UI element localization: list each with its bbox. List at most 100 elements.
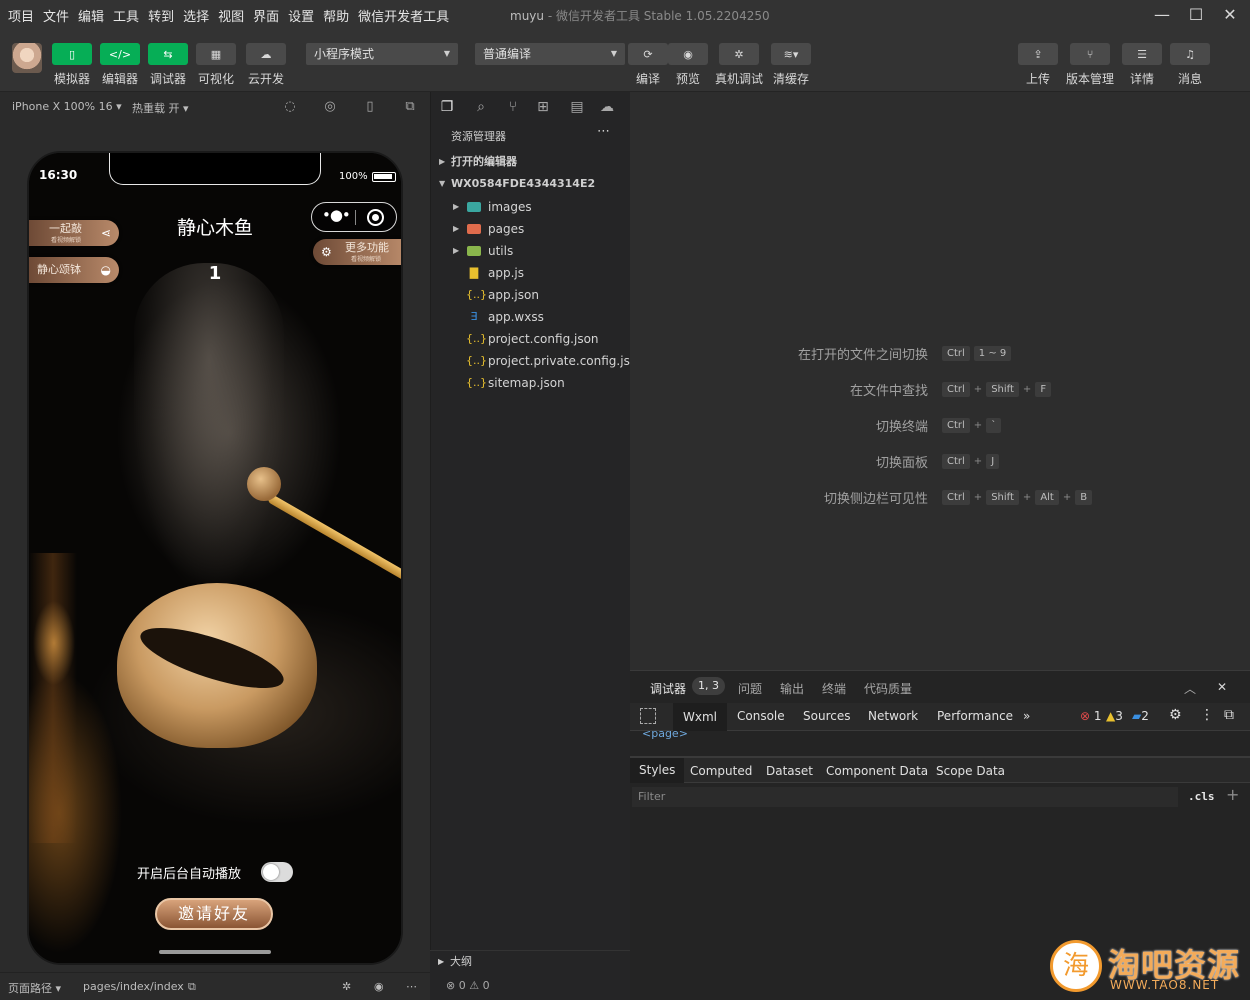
subtab-sources[interactable]: Sources xyxy=(803,709,850,723)
cloud-icon[interactable]: ☁ xyxy=(599,99,615,115)
tree-item-project-config[interactable]: {..} project.config.json xyxy=(431,328,631,350)
tab-code-quality[interactable]: 代码质量 xyxy=(864,680,912,697)
bug-scene-icon[interactable]: ✲ xyxy=(342,980,351,993)
tree-item-sitemap[interactable]: {..} sitemap.json xyxy=(431,372,631,394)
add-rule-icon[interactable]: + xyxy=(1226,785,1239,804)
more-tabs-icon[interactable]: » xyxy=(1023,709,1030,723)
subtab-wxml[interactable]: Wxml xyxy=(673,703,727,731)
inspect-icon[interactable] xyxy=(640,708,656,724)
device-select[interactable]: iPhone X 100% 16 ▾ xyxy=(12,100,122,113)
tab-component-data[interactable]: Component Data xyxy=(826,764,928,778)
wxml-node[interactable]: <page> xyxy=(642,731,688,740)
storage-icon[interactable]: ▤ xyxy=(569,99,585,115)
files-icon[interactable]: ❐ xyxy=(439,99,455,115)
problems-count[interactable]: ⊗ 0 ⚠ 0 xyxy=(446,972,490,1000)
subtab-network[interactable]: Network xyxy=(868,709,918,723)
cls-toggle[interactable]: .cls xyxy=(1188,790,1215,803)
tree-item-pages[interactable]: ▶ pages xyxy=(431,218,631,240)
subtab-performance[interactable]: Performance xyxy=(937,709,1013,723)
tree-item-app-json[interactable]: {..} app.json xyxy=(431,284,631,306)
menu-tools[interactable]: 工具 xyxy=(113,6,139,25)
wxml-tree[interactable]: <page> xyxy=(630,731,1250,757)
tab-styles[interactable]: Styles xyxy=(630,758,685,783)
wooden-fish[interactable] xyxy=(117,583,317,748)
tree-item-utils[interactable]: ▶ utils xyxy=(431,240,631,262)
menu-project[interactable]: 项目 xyxy=(8,6,34,25)
tab-output[interactable]: 输出 xyxy=(780,680,804,697)
cloud-button[interactable]: ☁ xyxy=(246,43,286,65)
styles-filter-input[interactable]: Filter xyxy=(632,787,1178,807)
explorer-more-icon[interactable]: ⋯ xyxy=(597,124,610,139)
preview-button[interactable]: ◉ xyxy=(668,43,708,65)
copy-icon[interactable]: ⧉ xyxy=(188,980,196,994)
gear-icon[interactable]: ⚙ xyxy=(1169,707,1182,723)
tab-debugger[interactable]: 调试器 xyxy=(650,680,686,697)
key: ` xyxy=(986,418,1002,433)
menu-wechat-devtools[interactable]: 微信开发者工具 xyxy=(358,6,449,25)
outline-section[interactable]: ▶ 大纲 xyxy=(430,950,630,972)
tab-computed[interactable]: Computed xyxy=(690,764,752,778)
dock-icon[interactable]: ⧉ xyxy=(1224,707,1234,723)
menu-help[interactable]: 帮助 xyxy=(323,6,349,25)
preview-label: 预览 xyxy=(675,72,700,86)
details-button[interactable]: ☰ xyxy=(1122,43,1162,65)
together-button[interactable]: 一起敲 看视频解锁 ⋖ xyxy=(29,220,119,246)
warning-count[interactable]: ▲3 xyxy=(1106,709,1123,723)
maximize-icon[interactable]: ☐ xyxy=(1186,5,1206,25)
version-button[interactable]: ⑂ xyxy=(1070,43,1110,65)
chevron-up-icon[interactable]: ︿ xyxy=(1184,680,1196,697)
close-panel-icon[interactable]: ✕ xyxy=(1217,680,1227,694)
clear-cache-button[interactable]: ≋▾ xyxy=(771,43,811,65)
tab-dataset[interactable]: Dataset xyxy=(766,764,813,778)
visual-button[interactable]: ▦ xyxy=(196,43,236,65)
menu-goto[interactable]: 转到 xyxy=(148,6,174,25)
messages-button[interactable]: ♫ xyxy=(1170,43,1210,65)
eye-icon[interactable]: ◉ xyxy=(374,980,384,993)
menu-file[interactable]: 文件 xyxy=(43,6,69,25)
menu-interface[interactable]: 界面 xyxy=(253,6,279,25)
more-icon[interactable]: ⋯ xyxy=(406,980,417,993)
menu-settings[interactable]: 设置 xyxy=(288,6,314,25)
menu-view[interactable]: 视图 xyxy=(218,6,244,25)
tree-item-images[interactable]: ▶ images xyxy=(431,196,631,218)
close-icon[interactable]: ✕ xyxy=(1220,5,1240,25)
record-icon[interactable]: ◎ xyxy=(323,100,337,114)
tab-problems[interactable]: 问题 xyxy=(738,680,762,697)
source-control-icon[interactable]: ⑂ xyxy=(505,99,521,115)
simulator-button[interactable]: ▯ xyxy=(52,43,92,65)
compile-button[interactable]: ⟳ xyxy=(628,43,668,65)
hot-reload-select[interactable]: 热重载 开 ▾ xyxy=(132,100,189,116)
tree-item-app-js[interactable]: ▇ app.js xyxy=(431,262,631,284)
error-count[interactable]: ⊗ 1 xyxy=(1080,709,1102,723)
menu-edit[interactable]: 编辑 xyxy=(78,6,104,25)
debugger-button[interactable]: ⇆ xyxy=(148,43,188,65)
tab-scope-data[interactable]: Scope Data xyxy=(936,764,1005,778)
mode-select[interactable]: 小程序模式 ▼ xyxy=(306,43,458,65)
upload-button[interactable]: ⇪ xyxy=(1018,43,1058,65)
tab-terminal[interactable]: 终端 xyxy=(822,680,846,697)
minimize-icon[interactable]: — xyxy=(1152,5,1172,25)
open-editors-section[interactable]: ▶ 打开的编辑器 xyxy=(431,151,631,173)
compile-select[interactable]: 普通编译 ▼ xyxy=(475,43,625,65)
kebab-menu-icon[interactable]: ⋮ xyxy=(1200,707,1214,723)
avatar[interactable] xyxy=(12,43,42,73)
invite-button[interactable]: 邀请好友 xyxy=(155,898,273,930)
subtab-console[interactable]: Console xyxy=(737,709,785,723)
search-icon[interactable]: ⌕ xyxy=(473,99,489,115)
extensions-icon[interactable]: ⊞ xyxy=(535,99,551,115)
tree-item-project-private-config[interactable]: {..} project.private.config.js... xyxy=(431,350,631,372)
menu-select[interactable]: 选择 xyxy=(183,6,209,25)
real-debug-button[interactable]: ✲ xyxy=(719,43,759,65)
project-root-section[interactable]: ▼ WX0584FDE4344314E2 xyxy=(431,173,631,195)
upload-icon: ⇪ xyxy=(1033,47,1043,61)
page-path-select[interactable]: 页面路径 ▾ xyxy=(8,980,61,996)
editor-button[interactable]: </> xyxy=(100,43,140,65)
autoplay-toggle[interactable] xyxy=(261,862,293,882)
popout-icon[interactable]: ⧉ xyxy=(403,100,417,114)
rotate-icon[interactable]: ◌ xyxy=(283,100,297,114)
singing-bowl-button[interactable]: 静心颂钵 ◒ xyxy=(29,257,119,283)
more-features-button[interactable]: ⚙ 更多功能 看视频解锁 xyxy=(313,239,401,265)
info-count[interactable]: ▰2 xyxy=(1132,709,1149,723)
tree-item-app-wxss[interactable]: ∃ app.wxss xyxy=(431,306,631,328)
phone-frame-icon[interactable]: ▯ xyxy=(363,100,377,114)
